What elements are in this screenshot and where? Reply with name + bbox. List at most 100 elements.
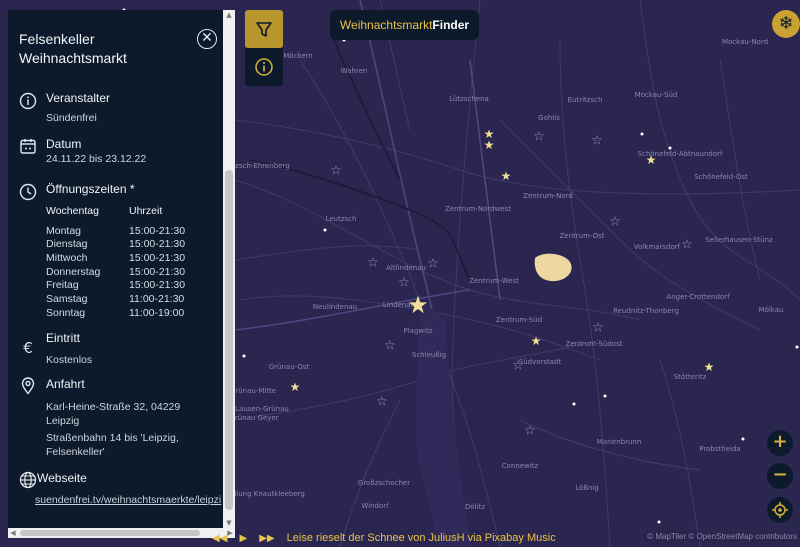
hours-row: Dienstag 15:00-21:30 (46, 238, 206, 252)
play-icon[interactable]: ▶ (239, 533, 247, 544)
hours-header-row: Wochentag Uhrzeit (46, 205, 206, 219)
market-marker[interactable]: ★ (484, 139, 495, 151)
snowflake (603, 394, 607, 398)
travel-transit-line1: Straßenbahn 14 bis 'Leipzig, (46, 432, 179, 444)
hours-time: 15:00-21:30 (129, 238, 186, 251)
snow-toggle-button[interactable]: ❄ (772, 10, 800, 38)
brand-logo: WeihnachtsmarktFinder (330, 10, 479, 40)
market-marker[interactable]: ★ (704, 361, 715, 373)
map-attribution[interactable]: © MapTiler © OpenStreetMap contributors (644, 532, 800, 541)
close-icon[interactable]: ✕ (197, 29, 217, 49)
entry-value: Kostenlos (46, 354, 93, 366)
zoom-out-button[interactable]: − (767, 463, 793, 489)
app-root: Wahren Möckern Mockau-Nord Mockau-Süd Eu… (0, 0, 800, 547)
market-marker[interactable]: ☆ (330, 165, 342, 178)
locate-button[interactable] (767, 497, 793, 523)
market-marker[interactable]: ☆ (681, 239, 693, 252)
market-marker[interactable]: ★ (290, 381, 301, 393)
filter-button[interactable] (245, 10, 283, 48)
panel-title: Felsenkeller Weihnachtsmarkt (19, 30, 127, 68)
euro-icon: € (23, 339, 33, 357)
hours-time: 11:00-19:00 (129, 306, 185, 319)
panel-title-line1: Felsenkeller (19, 31, 95, 47)
organizer-label: Veranstalter (46, 91, 111, 105)
place-label: Mockau-Süd (634, 91, 678, 99)
panel-vertical-scrollbar[interactable]: ▲ ▼ (223, 10, 235, 528)
place-label: Dölitz (465, 503, 485, 511)
place-label: Grünau Geyer (229, 414, 279, 422)
market-marker[interactable]: ☆ (609, 216, 621, 229)
hours-row: Freitag 15:00-21:30 (46, 279, 206, 293)
hours-label: Öffnungszeiten * (46, 182, 135, 196)
market-marker[interactable]: ★ (501, 170, 512, 182)
place-label: Zentrum-Nord (523, 192, 573, 200)
crosshair-icon (772, 502, 788, 518)
highlight-blob (534, 253, 572, 282)
market-marker[interactable]: ☆ (376, 396, 388, 409)
date-value: 24.11.22 bis 23.12.22 (46, 153, 147, 165)
place-label: Mockau-Nord (721, 38, 769, 46)
place-label: Plagwitz (403, 327, 433, 335)
place-label: Probstheida (699, 445, 741, 453)
place-label: Lützschena (449, 95, 489, 103)
minus-icon: − (772, 464, 788, 485)
fast-forward-icon[interactable]: ▶▶ (259, 533, 274, 544)
place-label: Neulindenau (312, 303, 358, 311)
market-marker[interactable]: ☆ (367, 257, 379, 270)
market-marker[interactable]: ☆ (512, 360, 524, 373)
website-link[interactable]: suendenfrei.tv/weihnachtsmaerkte/leipzi (35, 494, 221, 506)
market-marker[interactable]: ☆ (384, 340, 396, 353)
scroll-up-arrow-icon[interactable]: ▲ (223, 10, 235, 20)
market-marker[interactable]: ☆ (524, 425, 536, 438)
globe-icon (19, 471, 37, 489)
place-label: Grünau-Mitte (229, 387, 277, 395)
scroll-thumb[interactable] (225, 170, 233, 510)
info-button[interactable] (245, 48, 283, 86)
snowflake-icon: ❄ (778, 13, 794, 34)
hours-row: Samstag 11:00-21:30 (46, 293, 206, 307)
snowflake (741, 437, 745, 441)
scroll-left-arrow-icon[interactable]: ◀ (8, 528, 18, 538)
scroll-down-arrow-icon[interactable]: ▼ (223, 518, 235, 528)
place-label: Lößnig (575, 484, 599, 492)
place-label: Zentrum-Ost (559, 232, 605, 240)
hours-row: Donnerstag 15:00-21:30 (46, 266, 206, 280)
market-marker[interactable]: ★ (531, 335, 542, 347)
hours-day: Dienstag (46, 238, 88, 251)
scroll-thumb[interactable] (20, 530, 200, 536)
panel-title-line2: Weihnachtsmarkt (19, 50, 127, 66)
place-label: Zentrum-Süd (495, 316, 543, 324)
zoom-in-button[interactable]: + (767, 430, 793, 456)
info-icon (19, 92, 37, 110)
market-marker[interactable]: ☆ (533, 131, 545, 144)
place-label: Zentrum-Südost (565, 340, 623, 348)
place-label: Schleußig (411, 351, 447, 359)
market-marker[interactable]: ☆ (398, 277, 410, 290)
market-marker[interactable]: ☆ (591, 135, 603, 148)
organizer-value: Sündenfrei (46, 112, 97, 124)
travel-address-line1: Karl-Heine-Straße 32, 04229 (46, 401, 181, 413)
hours-time: 15:00-21:30 (129, 265, 186, 278)
market-marker[interactable]: ☆ (427, 258, 439, 271)
selected-market-marker[interactable]: ★ (407, 293, 429, 317)
place-label: Stötteritz (673, 373, 707, 381)
calendar-icon (20, 139, 36, 154)
place-label: Windorf (361, 502, 389, 510)
place-label: Wahren (340, 67, 368, 75)
panel-horizontal-scrollbar[interactable]: ◀ ▶ (8, 528, 235, 538)
snowflake (572, 402, 576, 406)
panel-content[interactable]: Felsenkeller Weihnachtsmarkt ✕ Veranstal… (8, 10, 227, 528)
market-marker[interactable]: ★ (646, 154, 657, 166)
clock-icon (19, 183, 37, 201)
snowflake (242, 354, 246, 358)
hours-day: Sonntag (46, 306, 86, 319)
hours-row: Montag 15:00-21:30 (46, 225, 206, 239)
place-label: Altlindenau (386, 264, 426, 272)
place-label: Leutzsch (325, 215, 357, 223)
place-label: Großzschocher (357, 479, 411, 487)
hours-time: 15:00-21:30 (129, 279, 186, 292)
market-marker[interactable]: ☆ (592, 322, 604, 335)
date-label: Datum (46, 137, 82, 151)
place-label: Reudnitz-Thonberg (613, 307, 679, 315)
rewind-icon[interactable]: ◀◀ (212, 533, 227, 544)
